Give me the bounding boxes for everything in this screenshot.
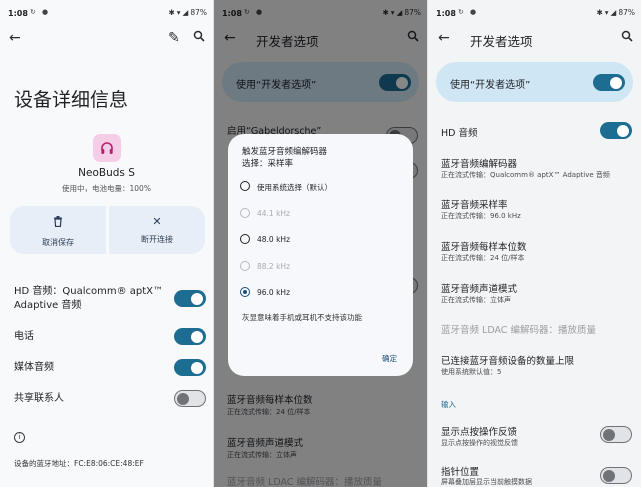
forget-device-button[interactable]: 取消保存 <box>10 206 106 254</box>
hd-audio-toggle[interactable] <box>174 290 206 307</box>
contact-sharing-toggle[interactable] <box>174 390 206 407</box>
pointer-location-toggle[interactable] <box>600 467 632 484</box>
media-audio-row-label: 媒体音频 <box>14 362 54 373</box>
master-toggle[interactable] <box>593 74 625 91</box>
hd-audio-row-label: HD 音频：Qualcomm® aptX™ Adaptive 音频 <box>14 285 163 313</box>
page-title: 设备详细信息 <box>14 89 129 111</box>
disconnect-label: 断开连接 <box>141 235 173 244</box>
developer-options-screen: 1:08 ↻ ● ✱ ▾ ◢ 87% ← 开发者选项 使用“开发者选项” HD 音频 … <box>428 0 641 487</box>
bluetooth-address: 设备的蓝牙地址：FC:E8:06:CE:48:EF <box>14 459 144 468</box>
info-icon: i <box>14 432 25 443</box>
hd-audio-label-line1: HD 音频：Qualcomm® aptX™ <box>14 286 164 297</box>
max-devices-sub: 使用系统默认值：5 <box>441 368 502 376</box>
option-88-2khz: 88.2 kHz <box>257 262 291 271</box>
bits-per-sample-sub: 正在流式传输：24 位/样本 <box>441 254 525 262</box>
dialog-title-line1: 触发蓝牙音频编解码器 <box>242 147 328 157</box>
codec-sub: 正在流式传输：Qualcomm® aptX™ Adaptive 音频 <box>441 171 610 179</box>
master-label: 使用“开发者选项” <box>450 80 531 91</box>
contact-sharing-row-label: 共享联系人 <box>14 393 64 404</box>
signal-status-icon: ◢ <box>182 8 189 17</box>
media-audio-toggle[interactable] <box>174 359 206 376</box>
option-system-default[interactable]: 使用系统选择（默认） <box>257 182 332 193</box>
disconnect-button[interactable]: ✕ 断开连接 <box>109 206 205 254</box>
hd-audio-label-line2: Adaptive 音频 <box>14 300 82 311</box>
option-48khz[interactable]: 48.0 kHz <box>257 235 290 244</box>
forget-label: 取消保存 <box>42 238 74 247</box>
sync-status-icon: ↻ <box>458 8 464 16</box>
dialog-note: 灰显意味着手机或耳机不支持该功能 <box>242 313 362 322</box>
section-header-input: 输入 <box>441 400 456 409</box>
status-time: 1:08 <box>436 9 456 18</box>
pointer-location-sub: 屏幕叠加层显示当前触摸数据 <box>441 478 532 486</box>
hd-audio-toggle[interactable] <box>600 122 632 139</box>
option-96khz[interactable]: 96.0 kHz <box>257 288 290 297</box>
confirm-button[interactable]: 确定 <box>382 353 397 364</box>
phone-row-label: 电话 <box>14 331 34 342</box>
phone-toggle[interactable] <box>174 328 206 345</box>
show-taps-toggle[interactable] <box>600 426 632 443</box>
status-bar: 1:08 ↻ ● ✱ ▾ ◢ 87% <box>428 0 641 24</box>
channel-mode-sub: 正在流式传输：立体声 <box>441 296 511 304</box>
page-title: 开发者选项 <box>470 34 533 49</box>
max-devices-row[interactable]: 已连接蓝牙音频设备的数量上限 <box>441 353 574 367</box>
radio-48khz[interactable] <box>240 234 250 244</box>
signal-status-icon: ◢ <box>610 8 617 17</box>
sample-rate-row[interactable]: 蓝牙音频采样率 <box>441 197 508 211</box>
wifi-status-icon: ▾ <box>176 8 181 17</box>
bluetooth-status-icon: ✱ <box>596 8 603 17</box>
bits-per-sample-row[interactable]: 蓝牙音频每样本位数 <box>441 239 527 253</box>
sync-status-icon: ↻ <box>30 8 36 16</box>
device-actions: 取消保存 ✕ 断开连接 <box>10 206 205 254</box>
hd-audio-row[interactable]: HD 音频 <box>441 125 477 139</box>
battery-percent: 87% <box>190 8 207 17</box>
device-name: NeoBuds S <box>78 167 135 179</box>
show-taps-row[interactable]: 显示点按操作反馈 <box>441 424 517 438</box>
codec-row[interactable]: 蓝牙音频编解码器 <box>441 156 517 170</box>
device-details-screen: 1:08 ↻ ● ✱ ▾ ◢ 87% ← ✎ 设备详细信息 NeoBuds S 使用中… <box>0 0 213 487</box>
headset-icon <box>93 134 121 162</box>
close-icon: ✕ <box>152 215 162 228</box>
radio-88-2khz <box>240 261 250 271</box>
developer-options-master-row[interactable]: 使用“开发者选项” <box>436 62 633 102</box>
sample-rate-sub: 正在流式传输：96.0 kHz <box>441 212 521 220</box>
back-arrow-icon[interactable]: ← <box>9 30 21 46</box>
bluetooth-status-icon: ✱ <box>168 8 175 17</box>
developer-options-dialog-screen: 1:08 ↻ ● ✱ ▾ ◢ 87% ← 开发者选项 使用“开发者选项” 启用“Gab… <box>214 0 427 487</box>
status-bar: 1:08 ↻ ● ✱ ▾ ◢ 87% <box>0 0 213 24</box>
wifi-status-icon: ▾ <box>604 8 609 17</box>
status-time: 1:08 <box>8 9 28 18</box>
show-taps-sub: 显示点按操作的视觉反馈 <box>441 439 518 447</box>
search-icon[interactable] <box>193 30 205 46</box>
option-44-1khz: 44.1 kHz <box>257 209 291 218</box>
radio-system-default[interactable] <box>240 181 250 191</box>
trash-icon <box>53 212 63 231</box>
status-right: ✱ ▾ ◢ 87% <box>594 8 635 17</box>
notification-dot-icon: ● <box>42 8 49 16</box>
radio-96khz[interactable] <box>240 287 250 297</box>
battery-percent: 87% <box>618 8 635 17</box>
pointer-location-row[interactable]: 指针位置 <box>441 464 479 478</box>
channel-mode-row[interactable]: 蓝牙音频声道模式 <box>441 281 517 295</box>
device-status: 使用中，电池电量：100% <box>62 184 151 193</box>
notification-dot-icon: ● <box>470 8 477 16</box>
search-icon[interactable] <box>621 30 633 46</box>
radio-44-1khz <box>240 208 250 218</box>
back-arrow-icon[interactable]: ← <box>438 30 450 46</box>
sample-rate-dialog: 触发蓝牙音频编解码器 选择：采样率 使用系统选择（默认） 44.1 kHz 48… <box>228 134 413 376</box>
edit-pencil-icon[interactable]: ✎ <box>168 30 180 46</box>
ldac-row: 蓝牙音频 LDAC 编解码器：播放质量 <box>441 325 596 336</box>
dialog-title-line2: 选择：采样率 <box>242 159 294 169</box>
status-right: ✱ ▾ ◢ 87% <box>166 8 207 17</box>
